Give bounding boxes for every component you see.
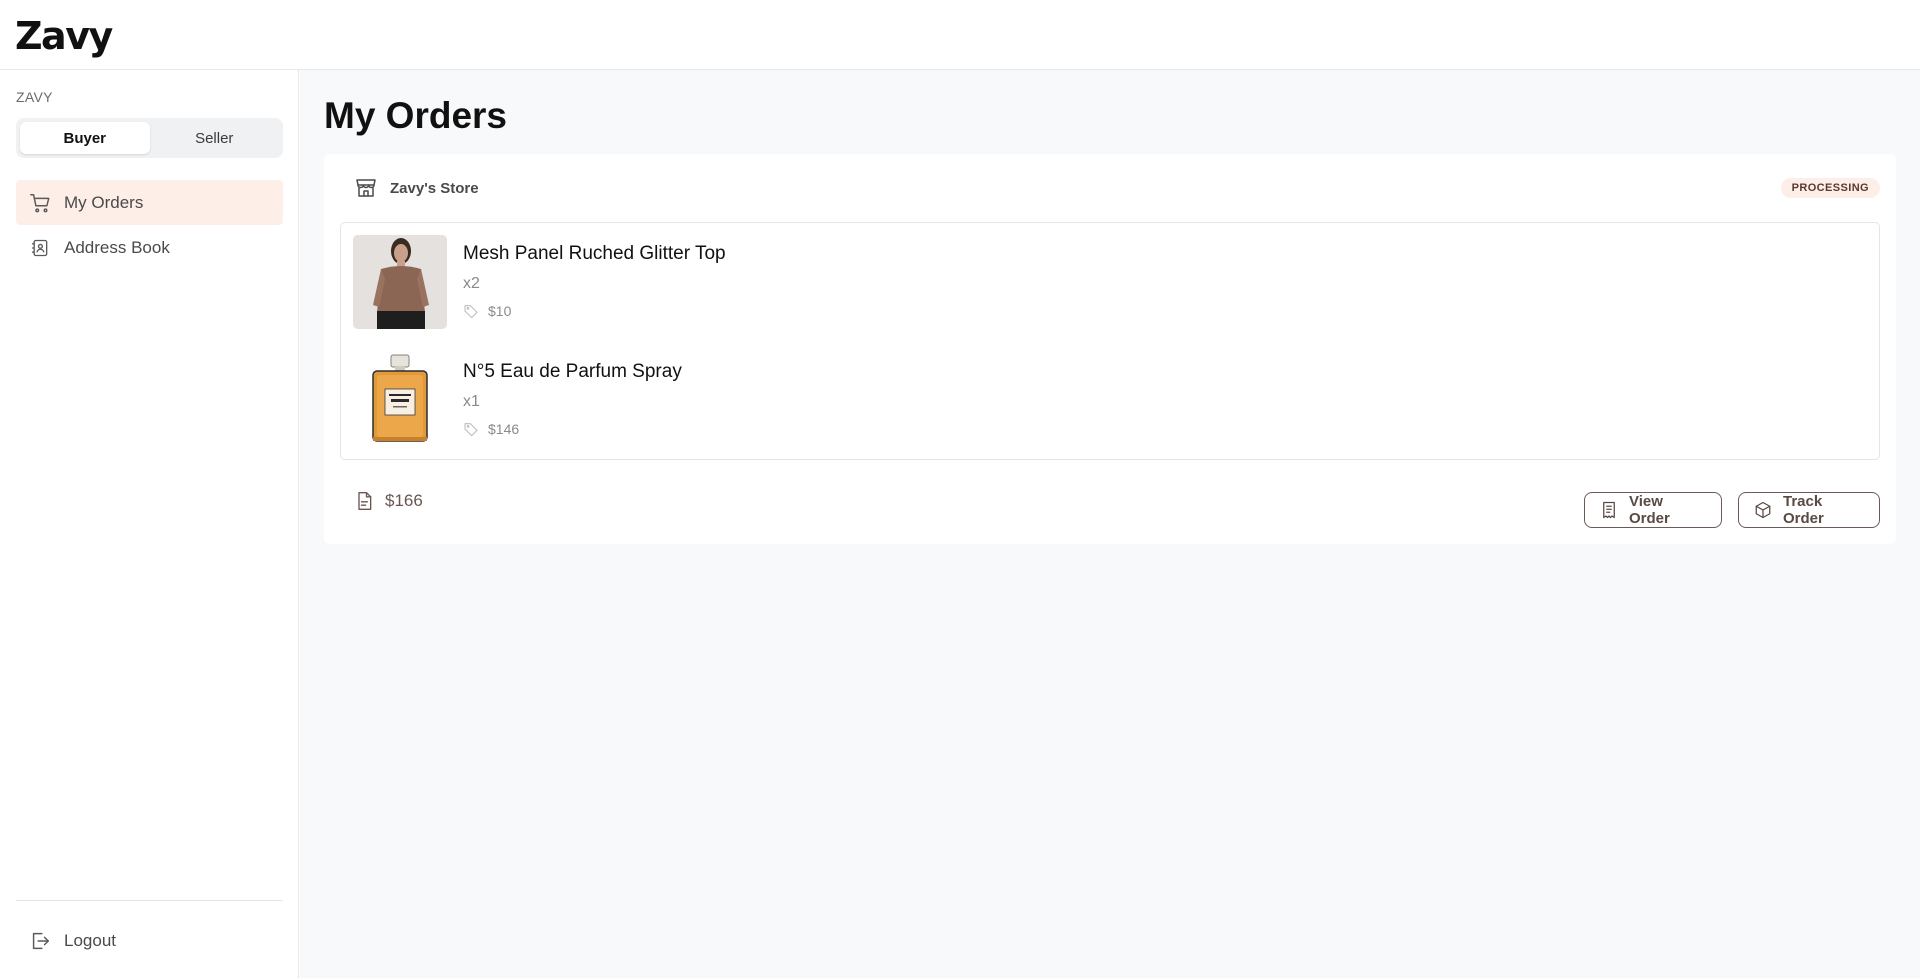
product-photo-top[interactable] bbox=[353, 235, 447, 329]
address-book-icon bbox=[29, 237, 51, 259]
item-quantity: x1 bbox=[463, 393, 480, 410]
status-badge: PROCESSING bbox=[1780, 178, 1880, 198]
order-item[interactable]: N°5 Eau de Parfum Spray x1 $146 bbox=[353, 353, 1853, 448]
price-tag-icon bbox=[463, 421, 479, 437]
item-price: $146 bbox=[488, 421, 520, 437]
item-quantity: x2 bbox=[463, 275, 480, 292]
order-items-list: Mesh Panel Ruched Glitter Top x2 $10 N°5… bbox=[340, 222, 1880, 460]
item-price: $10 bbox=[488, 303, 512, 319]
role-seller-tab[interactable]: Seller bbox=[150, 122, 280, 154]
item-name[interactable]: Mesh Panel Ruched Glitter Top bbox=[463, 243, 726, 265]
main-content: My Orders Zavy's Store PROCESSING Mesh P… bbox=[300, 70, 1920, 978]
view-order-button[interactable]: View Order bbox=[1584, 492, 1722, 528]
logout-icon bbox=[29, 930, 51, 952]
sidebar-item-label: My Orders bbox=[64, 192, 144, 212]
sidebar-item-my-orders[interactable]: My Orders bbox=[16, 180, 283, 225]
logout-button[interactable]: Logout bbox=[16, 918, 283, 963]
item-price-row: $146 bbox=[463, 421, 519, 437]
product-photo-perfume[interactable] bbox=[353, 353, 447, 447]
order-card: Zavy's Store PROCESSING Mesh Panel Ruche… bbox=[324, 154, 1896, 544]
order-total: $166 bbox=[385, 491, 423, 510]
sidebar-section-label: ZAVY bbox=[16, 89, 53, 105]
role-buyer-tab[interactable]: Buyer bbox=[20, 122, 150, 154]
sidebar-divider bbox=[16, 900, 283, 901]
store-row: Zavy's Store bbox=[354, 176, 479, 200]
receipt-icon bbox=[1600, 501, 1618, 519]
track-order-label: Track Order bbox=[1783, 493, 1824, 527]
price-tag-icon bbox=[463, 303, 479, 319]
store-icon bbox=[354, 176, 378, 200]
invoice-icon bbox=[354, 490, 374, 512]
track-order-button[interactable]: Track Order bbox=[1738, 492, 1880, 528]
logo[interactable]: Zavy bbox=[15, 14, 113, 58]
order-item[interactable]: Mesh Panel Ruched Glitter Top x2 $10 bbox=[353, 235, 1853, 330]
page-title: My Orders bbox=[324, 95, 508, 136]
logout-label: Logout bbox=[64, 930, 116, 950]
top-bar: Zavy bbox=[0, 0, 1920, 70]
sidebar: ZAVY Buyer Seller My Orders Address Book bbox=[0, 70, 299, 978]
store-name[interactable]: Zavy's Store bbox=[390, 180, 479, 197]
role-toggle: Buyer Seller bbox=[16, 118, 283, 158]
package-icon bbox=[1754, 501, 1772, 519]
order-total-row: $166 bbox=[354, 490, 423, 512]
sidebar-item-address-book[interactable]: Address Book bbox=[16, 225, 283, 270]
item-price-row: $10 bbox=[463, 303, 511, 319]
item-name[interactable]: N°5 Eau de Parfum Spray bbox=[463, 361, 682, 383]
view-order-label: View Order bbox=[1629, 493, 1670, 527]
sidebar-item-label: Address Book bbox=[64, 237, 170, 257]
cart-icon bbox=[29, 192, 51, 214]
